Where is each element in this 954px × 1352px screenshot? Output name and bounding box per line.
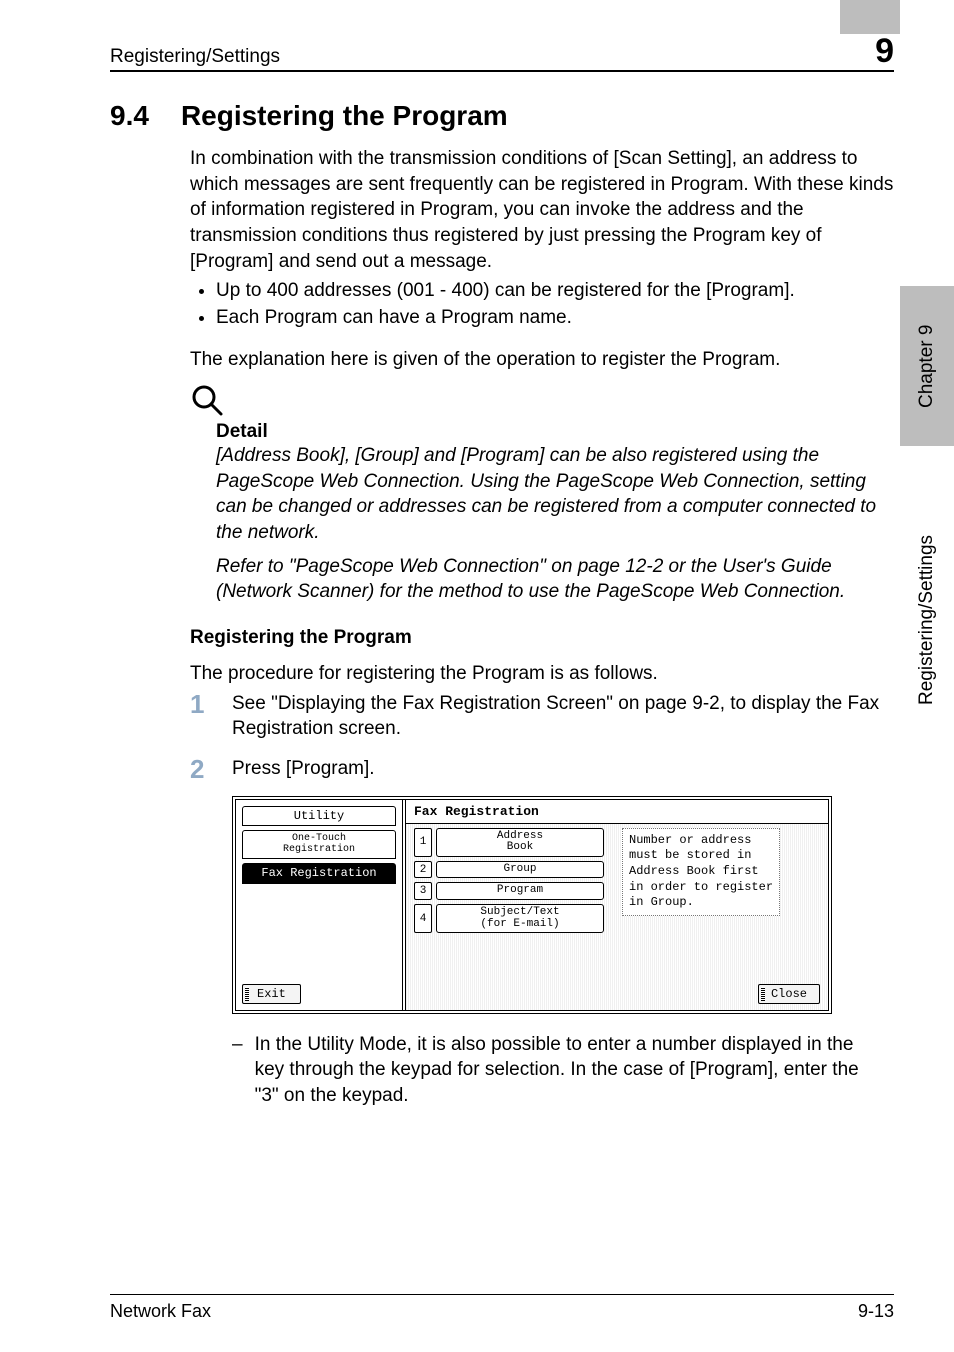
group-button[interactable]: Group — [436, 861, 604, 879]
screenshot-right-pane: Fax Registration 1 AddressBook 2 Group 3 — [406, 800, 828, 1010]
subheading: Registering the Program — [190, 627, 894, 649]
address-book-row: 1 AddressBook — [414, 828, 604, 857]
footer-right: 9-13 — [858, 1301, 894, 1322]
screenshot-title: Fax Registration — [406, 800, 828, 824]
magnifier-icon — [190, 383, 894, 417]
screenshot-left-pane: Utility One-TouchRegistration Fax Regist… — [236, 800, 406, 1010]
program-button[interactable]: Program — [436, 882, 604, 900]
chapter-number: 9 — [875, 34, 894, 68]
bullet-list: Up to 400 addresses (001 - 400) can be r… — [190, 278, 894, 331]
subject-text-button[interactable]: Subject/Text(for E-mail) — [436, 904, 604, 933]
bullet-item: Each Program can have a Program name. — [216, 305, 894, 332]
running-head: Registering/Settings — [110, 46, 280, 68]
main-content: 9.4 Registering the Program In combinati… — [110, 72, 894, 1109]
step-2: 2 Press [Program]. — [190, 756, 894, 782]
utility-tab[interactable]: Utility — [242, 806, 396, 827]
section-number: 9.4 — [110, 100, 149, 132]
side-tab-chapter: Chapter 9 — [900, 286, 954, 446]
step-1: 1 See "Displaying the Fax Registration S… — [190, 691, 894, 742]
section-title: Registering the Program — [181, 100, 508, 132]
row-number: 3 — [414, 882, 432, 900]
dash-note-text: In the Utility Mode, it is also possible… — [255, 1032, 872, 1109]
detail-para-1: [Address Book], [Group] and [Program] ca… — [216, 443, 894, 546]
page: Registering/Settings 9 9.4 Registering t… — [0, 0, 954, 1352]
row-number: 4 — [414, 904, 432, 933]
row-number: 1 — [414, 828, 432, 857]
one-touch-tab[interactable]: One-TouchRegistration — [242, 830, 396, 859]
group-row: 2 Group — [414, 861, 604, 879]
dash-note: – In the Utility Mode, it is also possib… — [232, 1032, 872, 1109]
detail-para-2: Refer to "PageScope Web Connection" on p… — [216, 554, 894, 605]
row-number: 2 — [414, 861, 432, 879]
page-footer: Network Fax 9-13 — [110, 1294, 894, 1322]
dash-marker: – — [232, 1032, 243, 1109]
address-book-button[interactable]: AddressBook — [436, 828, 604, 857]
post-bullet-text: The explanation here is given of the ope… — [190, 347, 894, 373]
section-heading-row: 9.4 Registering the Program — [110, 100, 894, 132]
step-number: 1 — [190, 691, 210, 717]
program-row: 3 Program — [414, 882, 604, 900]
procedure-lead: The procedure for registering the Progra… — [190, 661, 894, 687]
fax-registration-tab[interactable]: Fax Registration — [242, 863, 396, 884]
step-text: Press [Program]. — [232, 756, 375, 782]
footer-left: Network Fax — [110, 1301, 211, 1322]
page-header: Registering/Settings 9 — [110, 34, 894, 72]
corner-accent — [840, 0, 900, 34]
section-intro: In combination with the transmission con… — [190, 146, 894, 274]
detail-heading: Detail — [216, 421, 894, 443]
subject-text-row: 4 Subject/Text(for E-mail) — [414, 904, 604, 933]
step-number: 2 — [190, 756, 210, 782]
side-tab-section: Registering/Settings — [900, 460, 954, 780]
close-button[interactable]: Close — [758, 984, 820, 1004]
device-screenshot: Utility One-TouchRegistration Fax Regist… — [232, 796, 832, 1014]
screenshot-info-text: Number or addressmust be stored inAddres… — [622, 828, 780, 916]
screenshot-button-column: 1 AddressBook 2 Group 3 Program 4 — [414, 828, 604, 980]
step-text: See "Displaying the Fax Registration Scr… — [232, 691, 894, 742]
bullet-item: Up to 400 addresses (001 - 400) can be r… — [216, 278, 894, 305]
exit-button[interactable]: Exit — [242, 984, 301, 1004]
